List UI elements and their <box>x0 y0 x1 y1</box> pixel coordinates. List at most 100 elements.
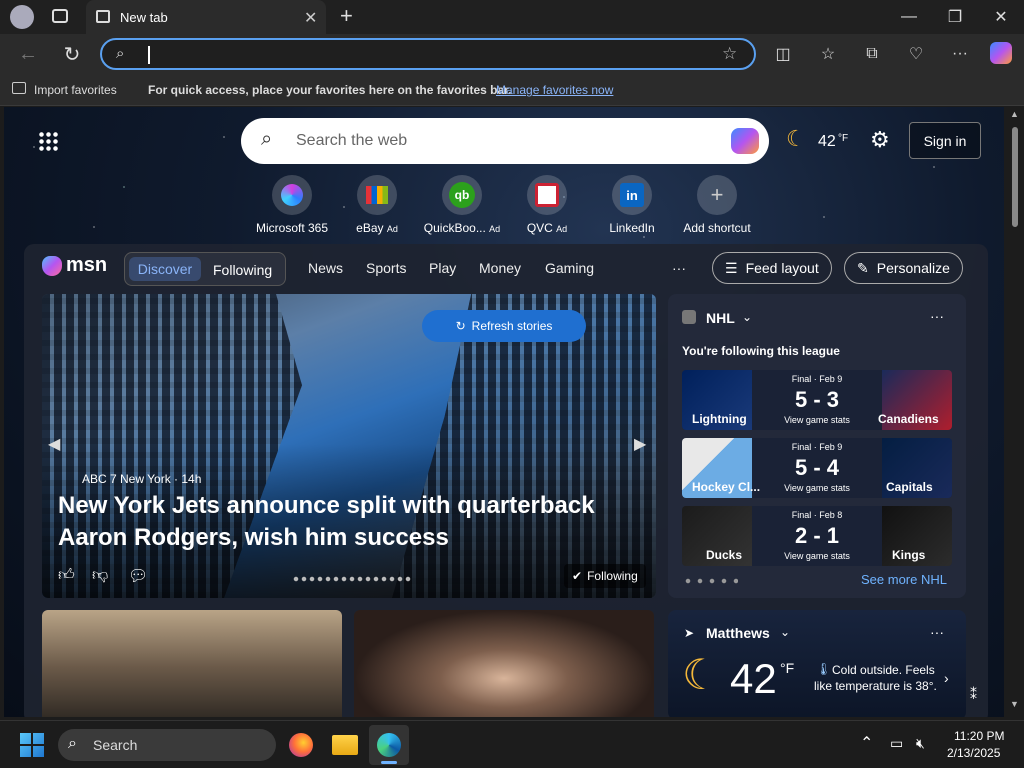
feed-layout-label: Feed layout <box>745 260 819 276</box>
nav-money[interactable]: Money <box>479 260 521 276</box>
close-tab-icon[interactable]: ✕ <box>304 8 317 28</box>
clock-date[interactable]: 2/13/2025 <box>947 746 1000 760</box>
card-more-icon[interactable]: ··· <box>930 624 944 640</box>
page-scrollbar[interactable]: ▲ ▼ <box>1006 107 1024 719</box>
weather-card: ➤ Matthews ⌄ ··· ☾ 42 °F 🌡︎ Cold outside… <box>668 610 966 717</box>
chevron-down-icon[interactable]: ⌄ <box>780 625 790 639</box>
tab-discover-label: Discover <box>137 261 193 277</box>
shortcut-linkedin[interactable]: in LinkedIn <box>592 175 672 235</box>
following-badge[interactable]: ✔ Following <box>564 564 646 588</box>
feed-layout-button[interactable]: ☰ Feed layout <box>712 252 832 284</box>
start-windows-icon[interactable] <box>20 733 44 757</box>
manage-favorites-link[interactable]: Manage favorites now <box>496 83 613 97</box>
shortcut-ebay[interactable]: eBay Ad <box>337 175 417 235</box>
nhl-card: NHL ⌄ ··· You're following this league F… <box>668 294 966 598</box>
new-tab-icon[interactable]: + <box>340 3 353 29</box>
favorites-icon[interactable]: ☆ <box>816 42 840 66</box>
scroll-up-icon[interactable]: ▲ <box>1010 109 1019 119</box>
web-search-box[interactable]: ⌕ Search the web <box>241 118 769 164</box>
file-explorer-icon[interactable] <box>332 735 358 755</box>
address-input[interactable] <box>148 46 150 64</box>
nav-more-icon[interactable]: ··· <box>672 260 686 276</box>
nav-play[interactable]: Play <box>429 260 456 276</box>
game-card[interactable]: Final · Feb 8 2 - 1 View game stats Duck… <box>682 506 952 566</box>
story-thumbnail[interactable] <box>354 610 654 717</box>
feedback-icon[interactable]: ⁑ <box>970 686 977 703</box>
clock-time[interactable]: 11:20 PM <box>954 729 1004 743</box>
add-shortcut-button[interactable]: + Add shortcut <box>677 175 757 235</box>
search-input[interactable]: Search the web <box>296 132 407 150</box>
game-status: Final · Feb 9 <box>791 374 843 384</box>
profile-avatar[interactable] <box>10 5 34 29</box>
maximize-icon[interactable]: ❐ <box>932 0 978 34</box>
carousel-dots[interactable] <box>292 576 412 582</box>
weather-next-icon[interactable]: › <box>944 670 949 686</box>
browser-essentials-icon[interactable]: ♡ <box>904 42 928 66</box>
scroll-thumb[interactable] <box>1012 127 1018 227</box>
copilot-icon[interactable] <box>990 42 1012 64</box>
personalize-button[interactable]: ✎ Personalize <box>844 252 963 284</box>
tab-actions-icon[interactable] <box>52 9 68 23</box>
nav-gaming[interactable]: Gaming <box>545 260 594 276</box>
shortcut-quickbooks[interactable]: qb QuickBoo... Ad <box>422 175 502 235</box>
chevron-down-icon[interactable]: ⌄ <box>742 310 752 324</box>
game-score: 5 - 4 <box>794 455 840 480</box>
refresh-icon[interactable]: ↻ <box>60 42 84 66</box>
nhl-pager-dots[interactable] <box>682 578 738 584</box>
back-icon[interactable]: ← <box>16 42 40 66</box>
msn-logo[interactable]: msn <box>42 254 107 277</box>
tab-following[interactable]: Following <box>213 262 272 278</box>
game-card[interactable]: Final · Feb 9 5 - 4 View game stats Hock… <box>682 438 952 498</box>
edge-taskbar-icon[interactable] <box>369 725 409 765</box>
shortcut-label: Add shortcut <box>683 221 751 235</box>
address-bar[interactable]: ⌕ ☆ <box>100 38 756 70</box>
comment-icon[interactable]: 💬︎ <box>128 566 148 586</box>
refresh-stories-button[interactable]: ↻ Refresh stories <box>422 310 586 342</box>
header-temperature[interactable]: 42 <box>818 133 836 151</box>
card-more-icon[interactable]: ··· <box>930 308 944 324</box>
favorite-star-icon[interactable]: ☆ <box>722 44 737 64</box>
qvc-icon <box>527 175 567 215</box>
minimize-icon[interactable]: — <box>886 0 932 34</box>
import-favorites-link[interactable]: Import favorites <box>34 83 117 97</box>
shortcut-qvc[interactable]: QVC Ad <box>507 175 587 235</box>
chevron-up-icon[interactable]: ⌃ <box>860 733 873 753</box>
story-thumbnail[interactable] <box>42 610 342 717</box>
app-launcher-icon[interactable] <box>38 131 58 151</box>
thumbs-up-icon[interactable]: 👍︎ <box>58 566 75 585</box>
nhl-title[interactable]: NHL <box>706 310 735 326</box>
shortcut-label: Microsoft 365 <box>255 221 329 235</box>
split-screen-icon[interactable]: ◫ <box>771 42 795 66</box>
carousel-next-icon[interactable]: ▶ <box>634 434 646 454</box>
moon-weather-icon: ☾ <box>786 126 806 151</box>
carousel-prev-icon[interactable]: ◀ <box>48 434 60 454</box>
thumbs-down-icon[interactable]: 👎︎ <box>92 566 108 585</box>
tab-discover[interactable]: Discover <box>129 257 201 281</box>
nav-news[interactable]: News <box>308 260 343 276</box>
nhl-subtitle: You're following this league <box>682 344 840 358</box>
volume-muted-icon[interactable]: 🔇︎ <box>916 735 925 752</box>
away-team-name: Canadiens <box>878 412 939 426</box>
page-settings-icon[interactable]: ⚙ <box>870 127 890 153</box>
edge-logo <box>377 733 401 757</box>
taskbar-search-box[interactable]: ⌕ Search <box>58 729 276 761</box>
see-more-nhl-link[interactable]: See more NHL <box>861 572 947 587</box>
story-source[interactable]: ABC 7 New York · 14h <box>82 472 201 486</box>
nav-sports[interactable]: Sports <box>366 260 406 276</box>
firefox-icon[interactable] <box>289 733 313 757</box>
settings-more-icon[interactable]: ··· <box>948 42 972 66</box>
tab-new-tab[interactable]: New tab ✕ <box>86 0 326 34</box>
weather-temp[interactable]: 42 <box>730 656 777 702</box>
scroll-down-icon[interactable]: ▼ <box>1010 699 1019 709</box>
hero-story[interactable]: ↻ Refresh stories ◀ ▶ ABC 7 New York · 1… <box>42 294 656 598</box>
sign-in-label: Sign in <box>923 132 967 149</box>
sign-in-button[interactable]: Sign in <box>909 122 981 159</box>
shortcut-microsoft-365[interactable]: Microsoft 365 <box>252 175 332 235</box>
close-window-icon[interactable]: ✕ <box>978 0 1024 34</box>
story-headline[interactable]: New York Jets announce split with quarte… <box>58 490 598 554</box>
game-card[interactable]: Final · Feb 9 5 - 3 View game stats Ligh… <box>682 370 952 430</box>
weather-location[interactable]: Matthews <box>706 625 770 641</box>
network-icon[interactable]: ▭ <box>890 735 903 752</box>
copilot-icon[interactable] <box>731 128 759 154</box>
collections-icon[interactable]: ⧉ <box>860 42 884 66</box>
